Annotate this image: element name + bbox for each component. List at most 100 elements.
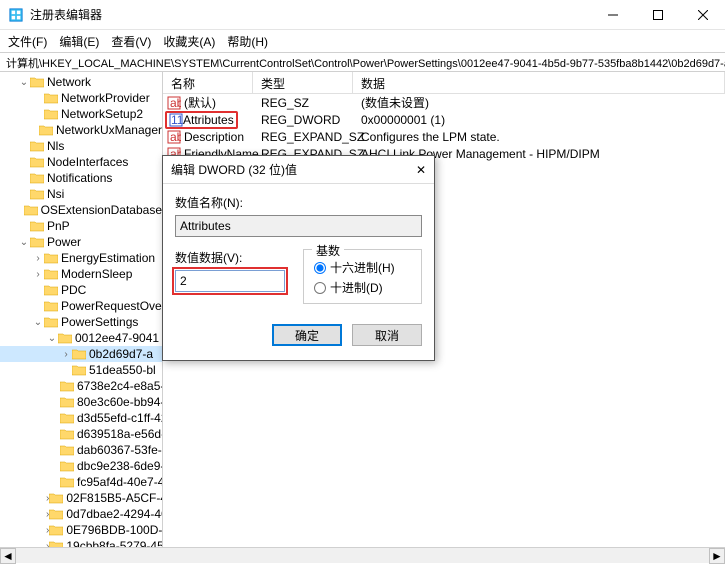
collapse-icon[interactable]: ⌄ <box>18 237 30 248</box>
list-row[interactable]: ab(默认)REG_SZ(数值未设置) <box>163 94 725 111</box>
tree-node[interactable]: dbc9e238-6de9-49 <box>0 458 162 474</box>
tree-node[interactable]: 51dea550-bl <box>0 362 162 378</box>
horizontal-scrollbar[interactable]: ◄ ► <box>0 547 725 563</box>
tree-node[interactable]: ⌄0012ee47-9041 <box>0 330 162 346</box>
menu-view[interactable]: 查看(V) <box>111 33 151 50</box>
tree-label: Notifications <box>47 171 112 185</box>
col-type[interactable]: 类型 <box>253 72 353 93</box>
tree-label: dab60367-53fe-4fl <box>77 443 163 457</box>
tree-node[interactable]: NetworkUxManager <box>0 122 162 138</box>
tree-node[interactable]: NetworkProvider <box>0 90 162 106</box>
hex-radio[interactable]: 十六进制(H) <box>314 259 411 276</box>
menu-help[interactable]: 帮助(H) <box>227 33 268 50</box>
menu-edit[interactable]: 编辑(E) <box>59 33 99 50</box>
tree-node[interactable]: ›0E796BDB-100D-47D <box>0 522 162 538</box>
tree-label: NodeInterfaces <box>47 155 128 169</box>
value-data-field[interactable] <box>175 270 285 292</box>
titlebar: 注册表编辑器 <box>0 0 725 30</box>
collapse-icon[interactable]: ⌄ <box>32 317 44 328</box>
col-name[interactable]: 名称 <box>163 72 253 93</box>
tree-node[interactable]: › ModernSleep <box>0 266 162 282</box>
ok-button[interactable]: 确定 <box>272 324 342 346</box>
value-data: Configures the LPM state. <box>353 130 725 144</box>
tree-label: d3d55efd-c1ff-424 <box>77 411 163 425</box>
folder-icon <box>30 76 44 88</box>
tree-node[interactable]: ›19cbb8fa-5279-450e <box>0 538 162 547</box>
tree-node[interactable]: OSExtensionDatabase <box>0 202 162 218</box>
dialog-close-button[interactable]: ✕ <box>396 163 426 177</box>
list-row[interactable]: abDescriptionREG_EXPAND_SZConfigures the… <box>163 128 725 145</box>
tree-label: 0E796BDB-100D-47D <box>66 523 163 537</box>
tree-node[interactable]: Notifications <box>0 170 162 186</box>
tree-node[interactable]: ⌄Power <box>0 234 162 250</box>
expand-icon[interactable]: › <box>32 269 44 280</box>
dec-radio-input[interactable] <box>314 282 326 294</box>
tree-node[interactable]: d3d55efd-c1ff-424 <box>0 410 162 426</box>
value-name: (默认) <box>184 94 216 111</box>
tree-node[interactable]: Nsi <box>0 186 162 202</box>
tree-node[interactable]: dab60367-53fe-4fl <box>0 442 162 458</box>
tree-node[interactable]: 6738e2c4-e8a5-4a <box>0 378 162 394</box>
menu-file[interactable]: 文件(F) <box>8 33 47 50</box>
folder-icon <box>49 492 63 504</box>
folder-icon <box>60 380 74 392</box>
base-group-label: 基数 <box>312 242 344 259</box>
tree-node[interactable]: Nls <box>0 138 162 154</box>
folder-icon <box>44 252 58 264</box>
dec-radio[interactable]: 十进制(D) <box>314 279 411 296</box>
col-data[interactable]: 数据 <box>353 72 725 93</box>
tree-node[interactable]: NetworkSetup2 <box>0 106 162 122</box>
tree-label: ModernSleep <box>61 267 132 281</box>
address-bar[interactable]: 计算机\HKEY_LOCAL_MACHINE\SYSTEM\CurrentCon… <box>0 52 725 72</box>
tree-label: NetworkSetup2 <box>61 107 143 121</box>
cancel-button[interactable]: 取消 <box>352 324 422 346</box>
tree-node[interactable]: NodeInterfaces <box>0 154 162 170</box>
expand-icon[interactable]: › <box>60 349 72 360</box>
tree-node[interactable]: ⌄PowerSettings <box>0 314 162 330</box>
minimize-button[interactable] <box>590 0 635 30</box>
folder-icon <box>60 460 74 472</box>
value-type: REG_EXPAND_SZ <box>253 130 353 144</box>
tree-node[interactable]: PDC <box>0 282 162 298</box>
folder-icon <box>24 204 38 216</box>
tree-node[interactable]: PowerRequestOve <box>0 298 162 314</box>
svg-text:ab: ab <box>170 96 181 110</box>
tree-node[interactable]: 80e3c60e-bb94-4a <box>0 394 162 410</box>
tree-node[interactable]: › 0b2d69d7-a <box>0 346 162 362</box>
close-button[interactable] <box>680 0 725 30</box>
tree-node[interactable]: ›EnergyEstimation <box>0 250 162 266</box>
folder-icon <box>30 188 44 200</box>
hex-radio-input[interactable] <box>314 262 326 274</box>
tree-label: 19cbb8fa-5279-450e <box>66 539 163 547</box>
value-name-field[interactable] <box>175 215 422 237</box>
menu-fav[interactable]: 收藏夹(A) <box>163 33 215 50</box>
value-name: Attributes <box>183 113 234 127</box>
tree-node[interactable]: fc95af4d-40e7-4b <box>0 474 162 490</box>
value-type: REG_DWORD <box>253 113 353 127</box>
tree-label: OSExtensionDatabase <box>41 203 162 217</box>
value-data: (数值未设置) <box>353 94 725 111</box>
scroll-right-button[interactable]: ► <box>709 548 725 564</box>
tree-label: PowerRequestOve <box>61 299 162 313</box>
list-row[interactable]: 110AttributesREG_DWORD0x00000001 (1) <box>163 111 725 128</box>
tree-node[interactable]: ›02F815B5-A5CF-4C84 <box>0 490 162 506</box>
expand-icon[interactable]: › <box>32 253 44 264</box>
tree-view[interactable]: ⌄NetworkNetworkProviderNetworkSetup2Netw… <box>0 72 163 547</box>
tree-label: 0b2d69d7-a <box>89 347 153 361</box>
folder-icon <box>30 172 44 184</box>
folder-icon <box>30 220 44 232</box>
folder-icon <box>39 124 53 136</box>
tree-node[interactable]: d639518a-e56d-43 <box>0 426 162 442</box>
scroll-left-button[interactable]: ◄ <box>0 548 16 564</box>
dialog-titlebar[interactable]: 编辑 DWORD (32 位)值 ✕ <box>163 156 434 184</box>
maximize-button[interactable] <box>635 0 680 30</box>
tree-node[interactable]: PnP <box>0 218 162 234</box>
value-data-label: 数值数据(V): <box>175 249 285 266</box>
collapse-icon[interactable]: ⌄ <box>18 77 30 88</box>
tree-label: 0d7dbae2-4294-402a <box>66 507 163 521</box>
collapse-icon[interactable]: ⌄ <box>46 333 58 344</box>
tree-label: 02F815B5-A5CF-4C84 <box>66 491 163 505</box>
tree-node[interactable]: ›0d7dbae2-4294-402a <box>0 506 162 522</box>
folder-icon <box>30 156 44 168</box>
tree-node[interactable]: ⌄Network <box>0 74 162 90</box>
